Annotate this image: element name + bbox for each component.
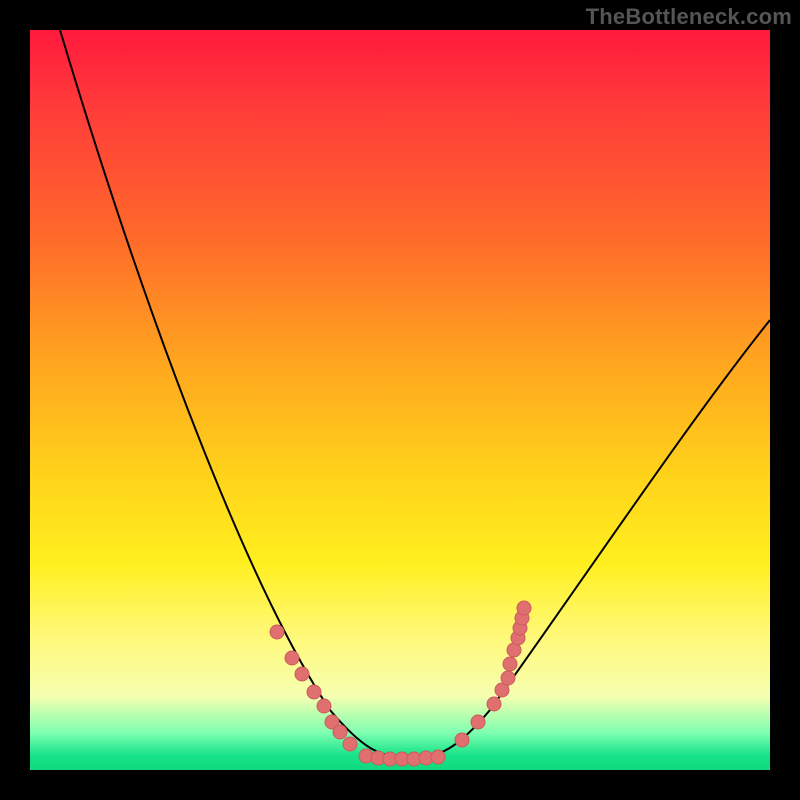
watermark-text: TheBottleneck.com	[586, 4, 792, 30]
chart-plot-area	[30, 30, 770, 770]
marker-point	[343, 737, 357, 751]
marker-point	[307, 685, 321, 699]
marker-point	[501, 671, 515, 685]
marker-point	[317, 699, 331, 713]
marker-point	[333, 725, 347, 739]
outer-frame: TheBottleneck.com	[0, 0, 800, 800]
marker-point	[295, 667, 309, 681]
marker-point	[431, 750, 445, 764]
chart-markers	[270, 601, 531, 766]
marker-point	[487, 697, 501, 711]
bottleneck-curve	[60, 30, 770, 758]
marker-point	[455, 733, 469, 747]
marker-point	[285, 651, 299, 665]
marker-point	[517, 601, 531, 615]
chart-svg	[30, 30, 770, 770]
marker-point	[503, 657, 517, 671]
marker-point	[471, 715, 485, 729]
marker-point	[270, 625, 284, 639]
